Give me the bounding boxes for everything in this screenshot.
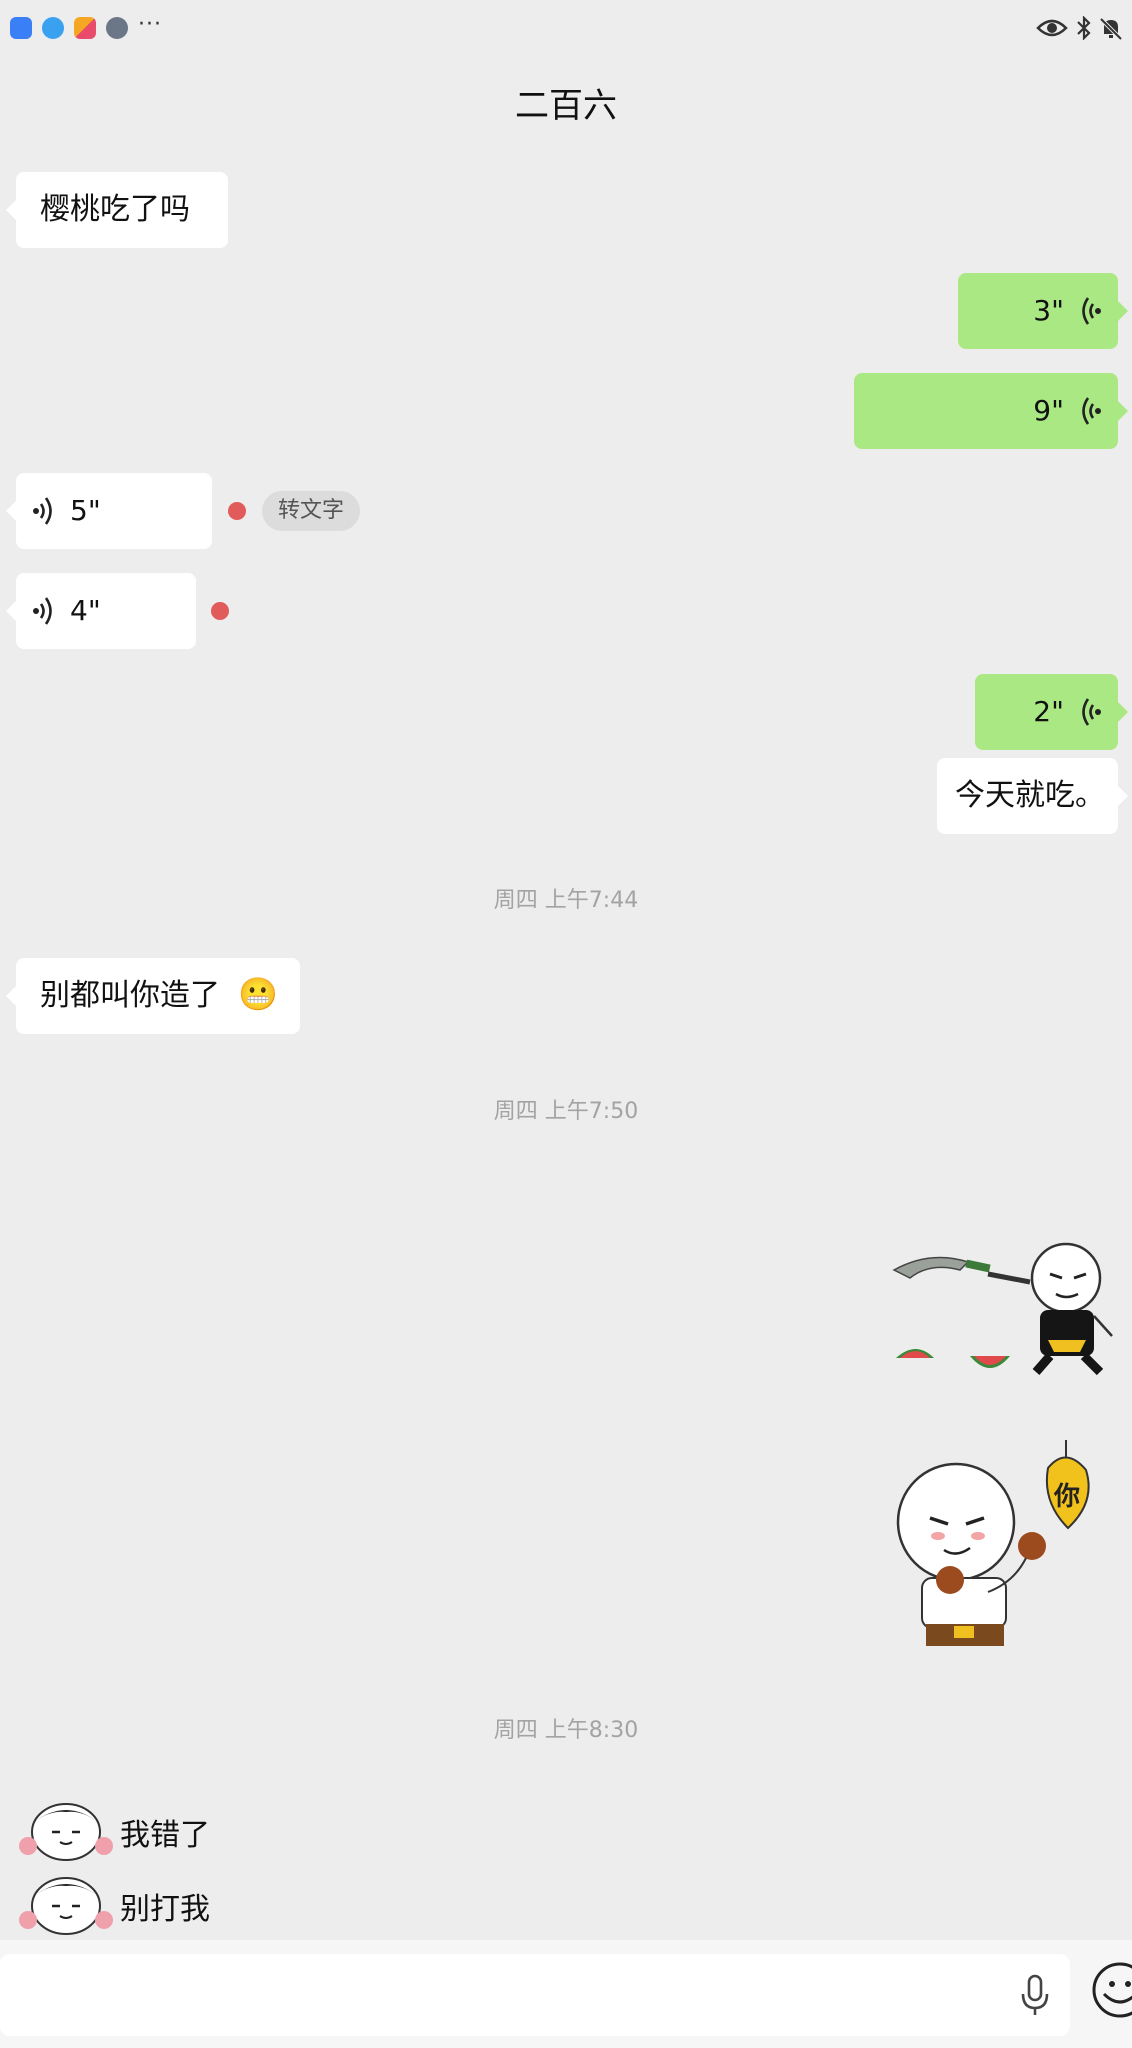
voice-duration: 9" — [1033, 394, 1064, 427]
page-title: 二百六 — [515, 86, 617, 126]
grimace-emoji-icon: 😬 — [238, 975, 278, 1013]
status-bar: ··· — [0, 0, 1132, 56]
sticker-caption: 你 — [1054, 1482, 1081, 1512]
voice-wave-icon — [1082, 698, 1101, 726]
more-notifications-icon: ··· — [138, 12, 162, 37]
sticker-message[interactable]: 我错了 — [18, 1800, 258, 1864]
voice-message-received[interactable]: 5" — [6, 473, 212, 549]
boxer-figure — [896, 1440, 1090, 1646]
unread-dot — [211, 602, 229, 620]
voice-message-received[interactable]: 4" — [6, 573, 196, 649]
convert-to-text-button[interactable]: 转文字 — [262, 491, 361, 531]
timestamp: 周四 上午7:50 — [493, 1099, 639, 1124]
voice-wave-icon — [33, 597, 52, 625]
message-bubble-received[interactable]: 樱桃吃了吗 — [6, 172, 228, 248]
blushing-face-icon — [19, 1803, 113, 1861]
emoji-icon[interactable] — [1090, 1960, 1132, 2024]
voice-duration: 5" — [70, 494, 101, 527]
voice-message-sent[interactable]: 2" — [975, 674, 1128, 750]
voice-wave-icon — [33, 497, 52, 525]
mute-bell-icon — [1099, 17, 1123, 41]
message-input[interactable] — [0, 1954, 1070, 2036]
message-text: 今天就吃。 — [955, 778, 1105, 813]
avatar-icon — [106, 17, 128, 39]
blushing-face-icon — [19, 1877, 113, 1935]
sticker-text: 我错了 — [120, 1818, 210, 1853]
bluetooth-icon — [1077, 16, 1091, 40]
voice-duration: 2" — [1033, 695, 1064, 728]
timestamp: 周四 上午7:44 — [493, 888, 639, 913]
app-grid-icon — [74, 17, 96, 39]
timestamp: 周四 上午8:30 — [493, 1718, 639, 1743]
voice-duration: 3" — [1033, 294, 1064, 327]
eye-icon — [1036, 19, 1068, 37]
voice-wave-icon — [1082, 397, 1101, 425]
voice-message-sent[interactable]: 9" — [854, 373, 1128, 449]
message-text: 樱桃吃了吗 — [40, 192, 190, 227]
meme-sticker-sword[interactable] — [890, 1240, 1120, 1400]
message-bubble-received[interactable]: 别都叫你造了 😬 — [6, 958, 300, 1034]
message-bubble-sent[interactable]: 今天就吃。 — [937, 758, 1128, 834]
browser-app-icon — [42, 17, 64, 39]
meme-sticker-boxer[interactable]: 你 — [896, 1432, 1106, 1650]
voice-message-sent[interactable]: 3" — [958, 273, 1128, 349]
message-text: 别都叫你造了 — [40, 978, 220, 1013]
sticker-text: 别打我 — [120, 1892, 210, 1927]
sticker-message[interactable]: 别打我 — [18, 1874, 258, 1938]
voice-duration: 4" — [70, 594, 101, 627]
unread-dot — [228, 502, 246, 520]
input-bar — [0, 1940, 1132, 2048]
mic-icon[interactable] — [1020, 1974, 1050, 2016]
weather-app-icon — [10, 17, 32, 39]
voice-wave-icon — [1082, 297, 1101, 325]
